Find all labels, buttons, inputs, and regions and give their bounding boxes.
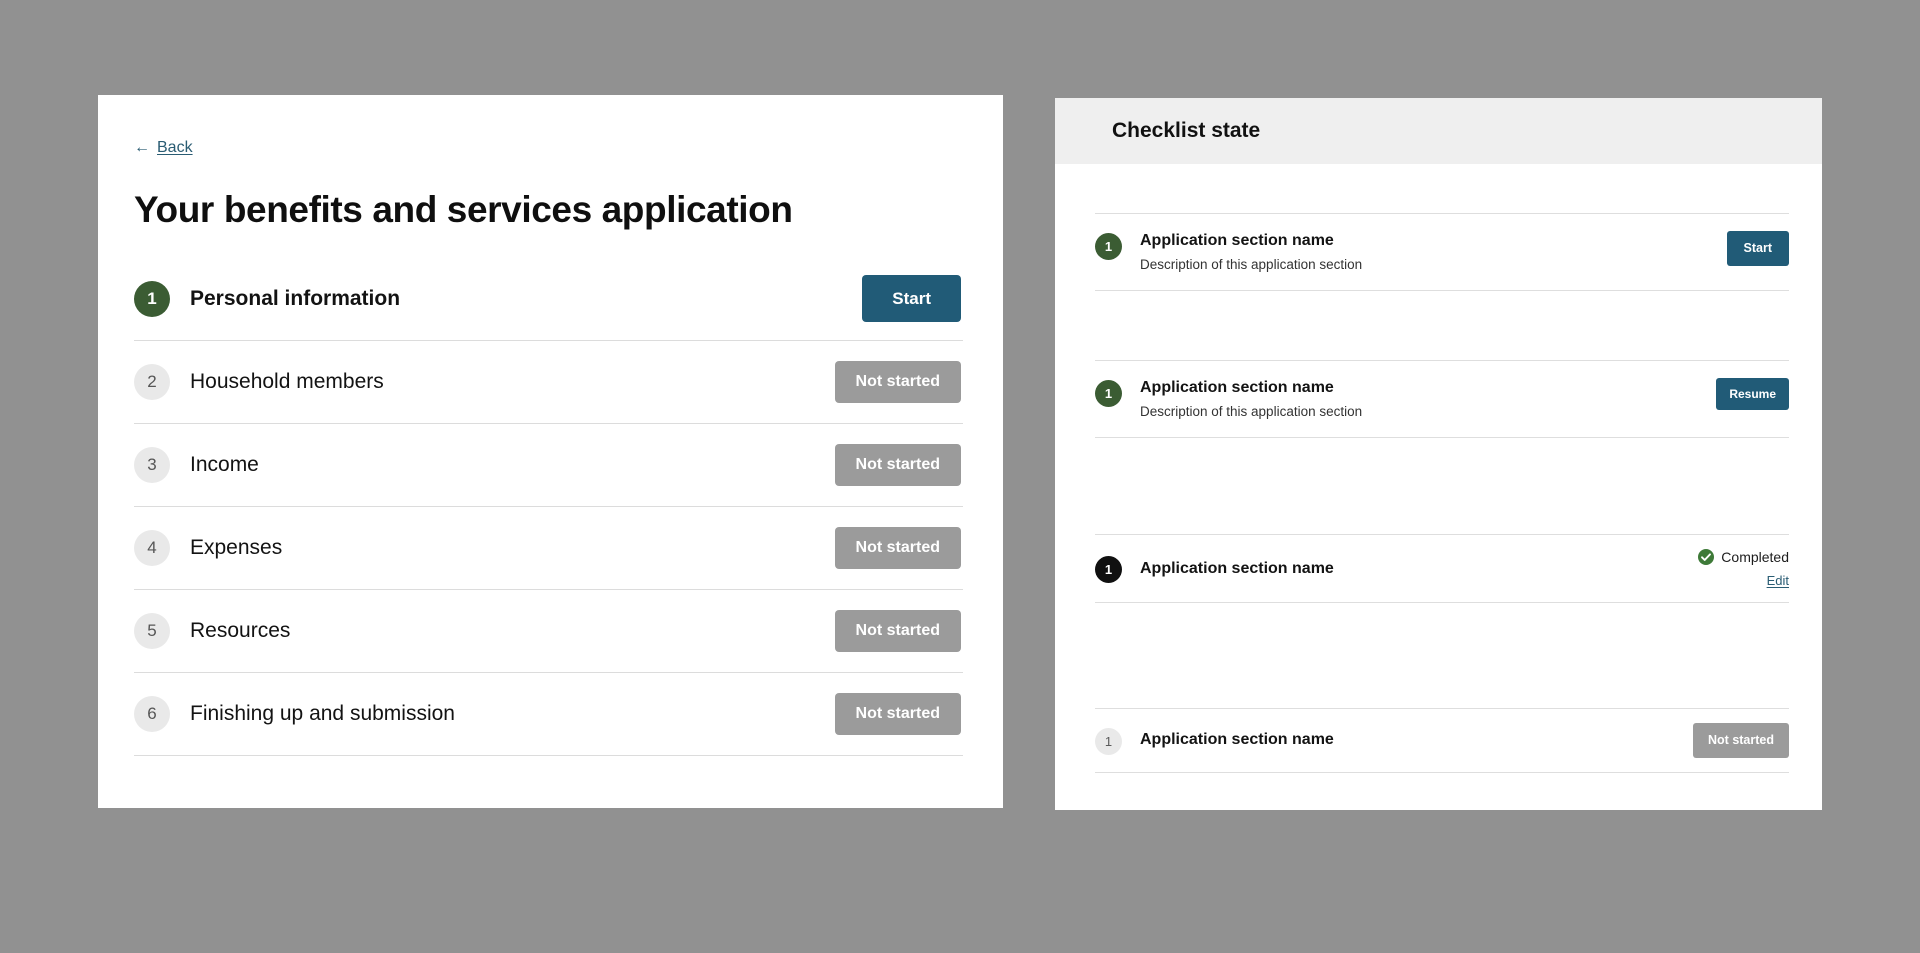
task-action-button[interactable]: Start [862,275,961,322]
checklist-item-title: Application section name [1140,559,1698,579]
task-label: Income [190,453,835,477]
checklist-item-text: Application section name Description of … [1140,378,1716,421]
checklist-item-text: Application section name [1140,559,1698,579]
checklist-state-title: Checklist state [1112,119,1260,143]
task-status-button: Not started [835,361,961,403]
checklist-item[interactable]: 1 Application section name Description o… [1095,360,1789,438]
checklist-group: 1 Application section name Not started [1095,686,1789,860]
checklist-state-card: Checklist state 1 Application section na… [1055,98,1822,810]
checklist-item-title: Application section name [1140,378,1716,398]
checklist-item[interactable]: 1 Application section name Not started [1095,708,1789,773]
task-label: Expenses [190,536,835,560]
checklist-item-description: Description of this application section [1140,403,1716,421]
task-number-badge: 4 [134,530,170,566]
task-label: Household members [190,370,835,394]
task-status-button: Not started [835,693,961,735]
checklist-group: 1 Application section name Description o… [1095,164,1789,338]
task-number-badge: 6 [134,696,170,732]
completed-label: Completed [1721,550,1789,564]
not-started-status-button: Not started [1693,723,1789,758]
checklist-item-text: Application section name Description of … [1140,231,1727,274]
checklist-item[interactable]: 1 Application section name Description o… [1095,213,1789,291]
task-label: Finishing up and submission [190,702,835,726]
application-card-inner: ← Back Your benefits and services applic… [98,95,1003,756]
task-label: Resources [190,619,835,643]
screen: ← Back Your benefits and services applic… [0,0,1920,953]
checklist-item-action: Resume [1716,378,1789,410]
back-link-label: Back [157,140,193,156]
checklist-number-badge: 1 [1095,380,1122,407]
checklist-state-header: Checklist state [1055,98,1822,164]
checklist-number-badge: 1 [1095,233,1122,260]
task-number-badge: 5 [134,613,170,649]
task-row[interactable]: 5 Resources Not started [134,590,963,673]
checklist-item-title: Application section name [1140,231,1727,251]
task-status-button: Not started [835,610,961,652]
status-badge: Completed [1698,549,1789,565]
checklist-group: 1 Application section name Description o… [1095,338,1789,512]
task-label: Personal information [190,287,862,311]
checklist-item-description: Description of this application section [1140,256,1727,274]
page-title: Your benefits and services application [134,189,963,232]
task-row[interactable]: 2 Household members Not started [134,341,963,424]
checklist-group: 1 Application section name Completed Ed [1095,512,1789,686]
arrow-left-icon: ← [134,140,150,156]
checklist-item-action: Not started [1693,723,1789,758]
checklist-item-action: Start [1727,231,1789,266]
checklist-item-title: Application section name [1140,730,1693,750]
checklist-item[interactable]: 1 Application section name Completed Ed [1095,534,1789,603]
task-number-badge: 2 [134,364,170,400]
application-card: ← Back Your benefits and services applic… [98,95,1003,808]
task-list: 1 Personal information Start 2 Household… [134,258,963,756]
checklist-number-badge: 1 [1095,556,1122,583]
checklist-item-text: Application section name [1140,730,1693,750]
check-circle-icon [1698,549,1714,565]
task-row[interactable]: 4 Expenses Not started [134,507,963,590]
checklist-state-body: 1 Application section name Description o… [1055,164,1822,860]
task-row[interactable]: 3 Income Not started [134,424,963,507]
checklist-item-action: Completed Edit [1698,549,1789,588]
edit-link[interactable]: Edit [1767,573,1789,588]
task-status-button: Not started [835,444,961,486]
task-row[interactable]: 6 Finishing up and submission Not starte… [134,673,963,756]
task-number-badge: 1 [134,281,170,317]
task-status-button: Not started [835,527,961,569]
task-number-badge: 3 [134,447,170,483]
start-button[interactable]: Start [1727,231,1789,266]
resume-button[interactable]: Resume [1716,378,1789,410]
task-row[interactable]: 1 Personal information Start [134,258,963,341]
back-link[interactable]: ← Back [134,140,193,156]
checklist-number-badge: 1 [1095,728,1122,755]
